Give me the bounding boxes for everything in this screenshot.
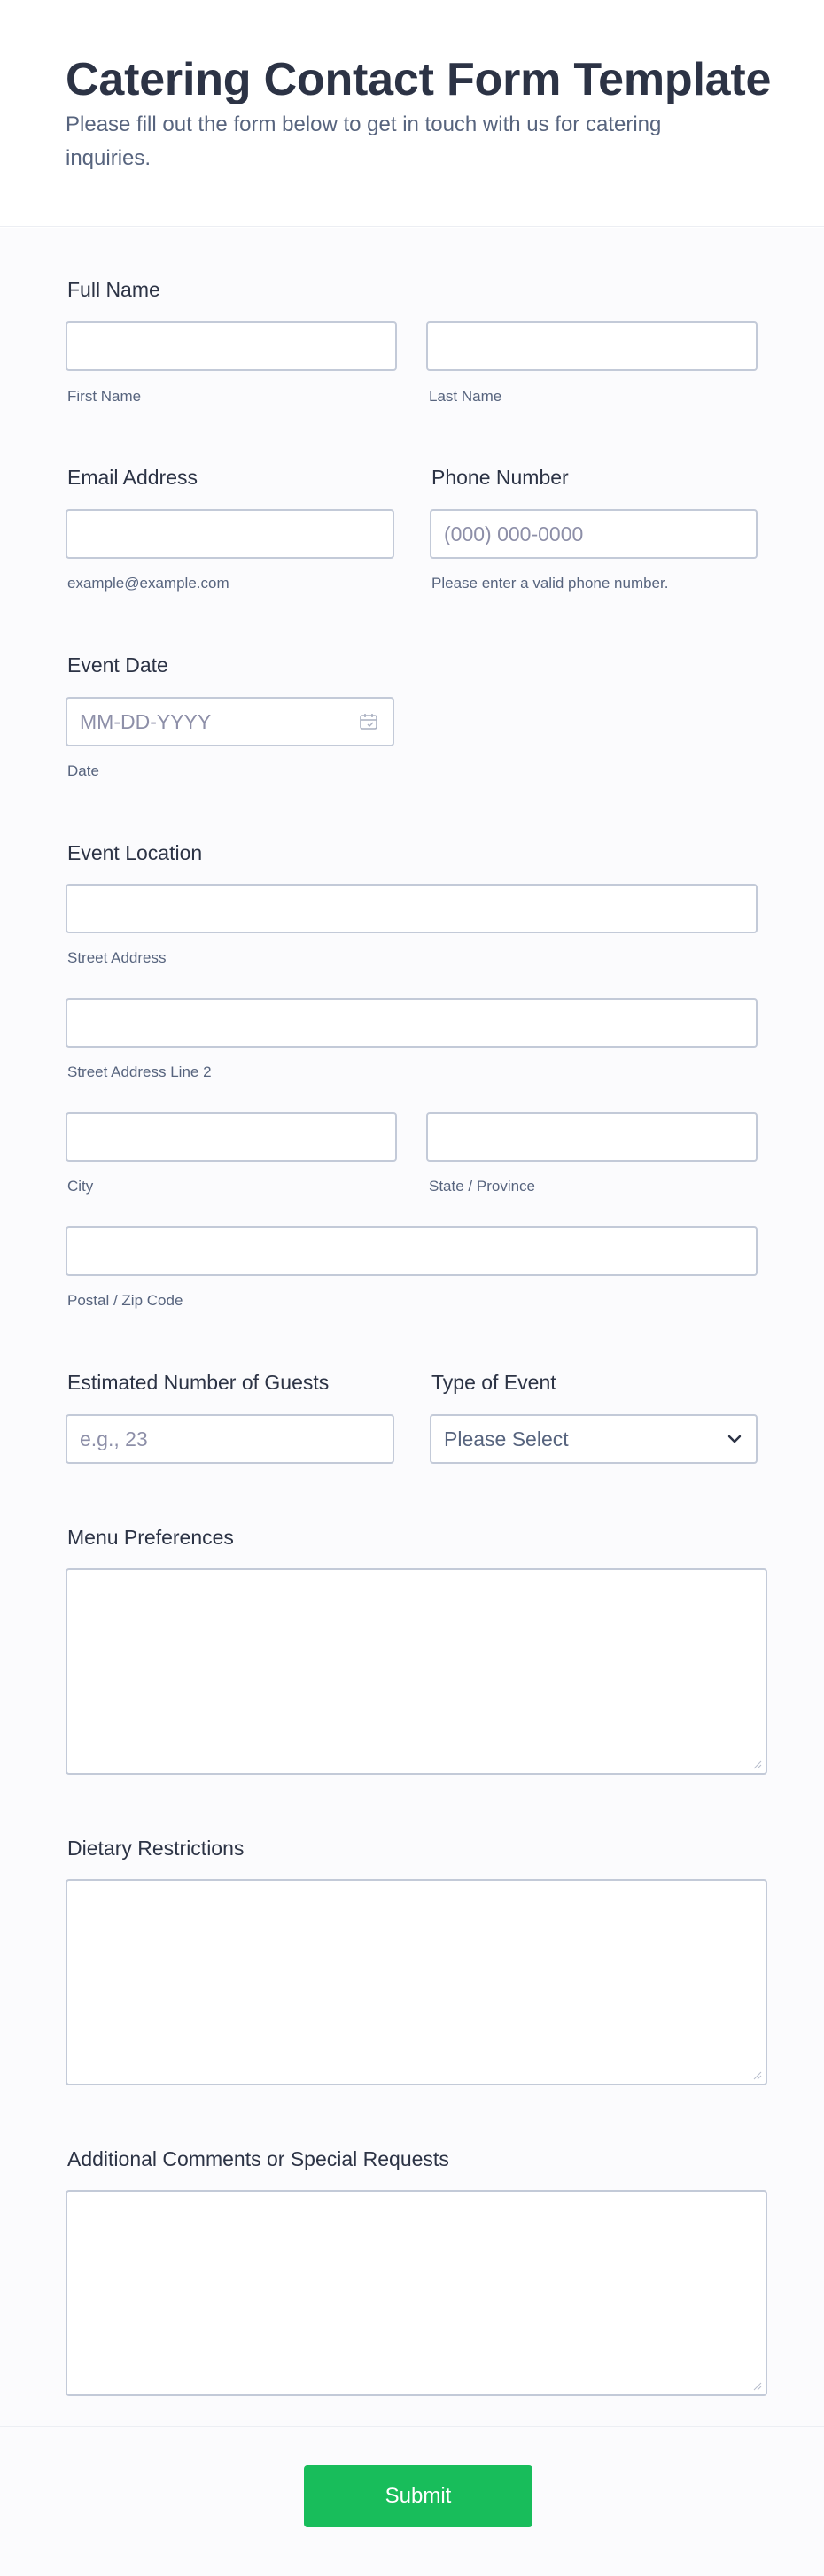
phone-placeholder: (000) 000-0000 <box>444 522 584 545</box>
dietary-restrictions-label: Dietary Restrictions <box>67 1837 245 1860</box>
street-address-input[interactable] <box>66 884 758 933</box>
event-type-select[interactable]: Please Select <box>430 1414 758 1464</box>
calendar-icon[interactable] <box>359 712 378 731</box>
page-title: Catering Contact Form Template <box>66 54 772 105</box>
additional-comments-textarea[interactable] <box>66 2190 767 2396</box>
state-input[interactable] <box>426 1112 758 1162</box>
event-date-placeholder: MM-DD-YYYY <box>80 710 212 733</box>
form-header: Catering Contact Form Template Please fi… <box>0 0 824 227</box>
resize-grip-icon[interactable] <box>751 1759 762 1769</box>
email-label: Email Address <box>67 466 198 489</box>
resize-grip-icon[interactable] <box>751 2069 762 2080</box>
event-location-label: Event Location <box>67 841 203 864</box>
street-address-sublabel: Street Address <box>67 949 167 966</box>
form-footer: Submit <box>0 2426 824 2576</box>
event-date-input[interactable]: MM-DD-YYYY <box>66 697 394 746</box>
phone-label: Phone Number <box>431 466 569 489</box>
phone-input[interactable]: (000) 000-0000 <box>430 509 758 559</box>
phone-sublabel: Please enter a valid phone number. <box>431 575 669 592</box>
last-name-sublabel: Last Name <box>429 388 502 405</box>
city-sublabel: City <box>67 1178 94 1195</box>
first-name-input[interactable] <box>66 321 397 371</box>
event-type-selected: Please Select <box>444 1427 569 1450</box>
additional-comments-label: Additional Comments or Special Requests <box>67 2147 449 2170</box>
first-name-sublabel: First Name <box>67 388 142 405</box>
submit-button[interactable]: Submit <box>304 2465 532 2527</box>
guests-label: Estimated Number of Guests <box>67 1371 330 1394</box>
email-field[interactable] <box>66 509 394 559</box>
state-sublabel: State / Province <box>429 1178 536 1195</box>
street-address-line2-input[interactable] <box>66 998 758 1048</box>
postal-code-sublabel: Postal / Zip Code <box>67 1292 183 1309</box>
page-subtitle: Please fill out the form below to get in… <box>66 112 662 170</box>
postal-code-input[interactable] <box>66 1226 758 1276</box>
guests-placeholder: e.g., 23 <box>80 1427 148 1450</box>
street-address-line2-sublabel: Street Address Line 2 <box>67 1064 212 1080</box>
full-name-label: Full Name <box>67 278 160 301</box>
menu-preferences-textarea[interactable] <box>66 1568 767 1775</box>
dietary-restrictions-textarea[interactable] <box>66 1879 767 2085</box>
menu-preferences-label: Menu Preferences <box>67 1526 234 1549</box>
chevron-down-icon <box>727 1435 742 1443</box>
resize-grip-icon[interactable] <box>751 2380 762 2391</box>
guests-input[interactable]: e.g., 23 <box>66 1414 394 1464</box>
city-input[interactable] <box>66 1112 397 1162</box>
last-name-input[interactable] <box>426 321 758 371</box>
event-date-sublabel: Date <box>67 762 99 779</box>
email-sublabel: example@example.com <box>67 575 229 592</box>
event-date-label: Event Date <box>67 654 168 677</box>
event-type-label: Type of Event <box>431 1371 556 1394</box>
